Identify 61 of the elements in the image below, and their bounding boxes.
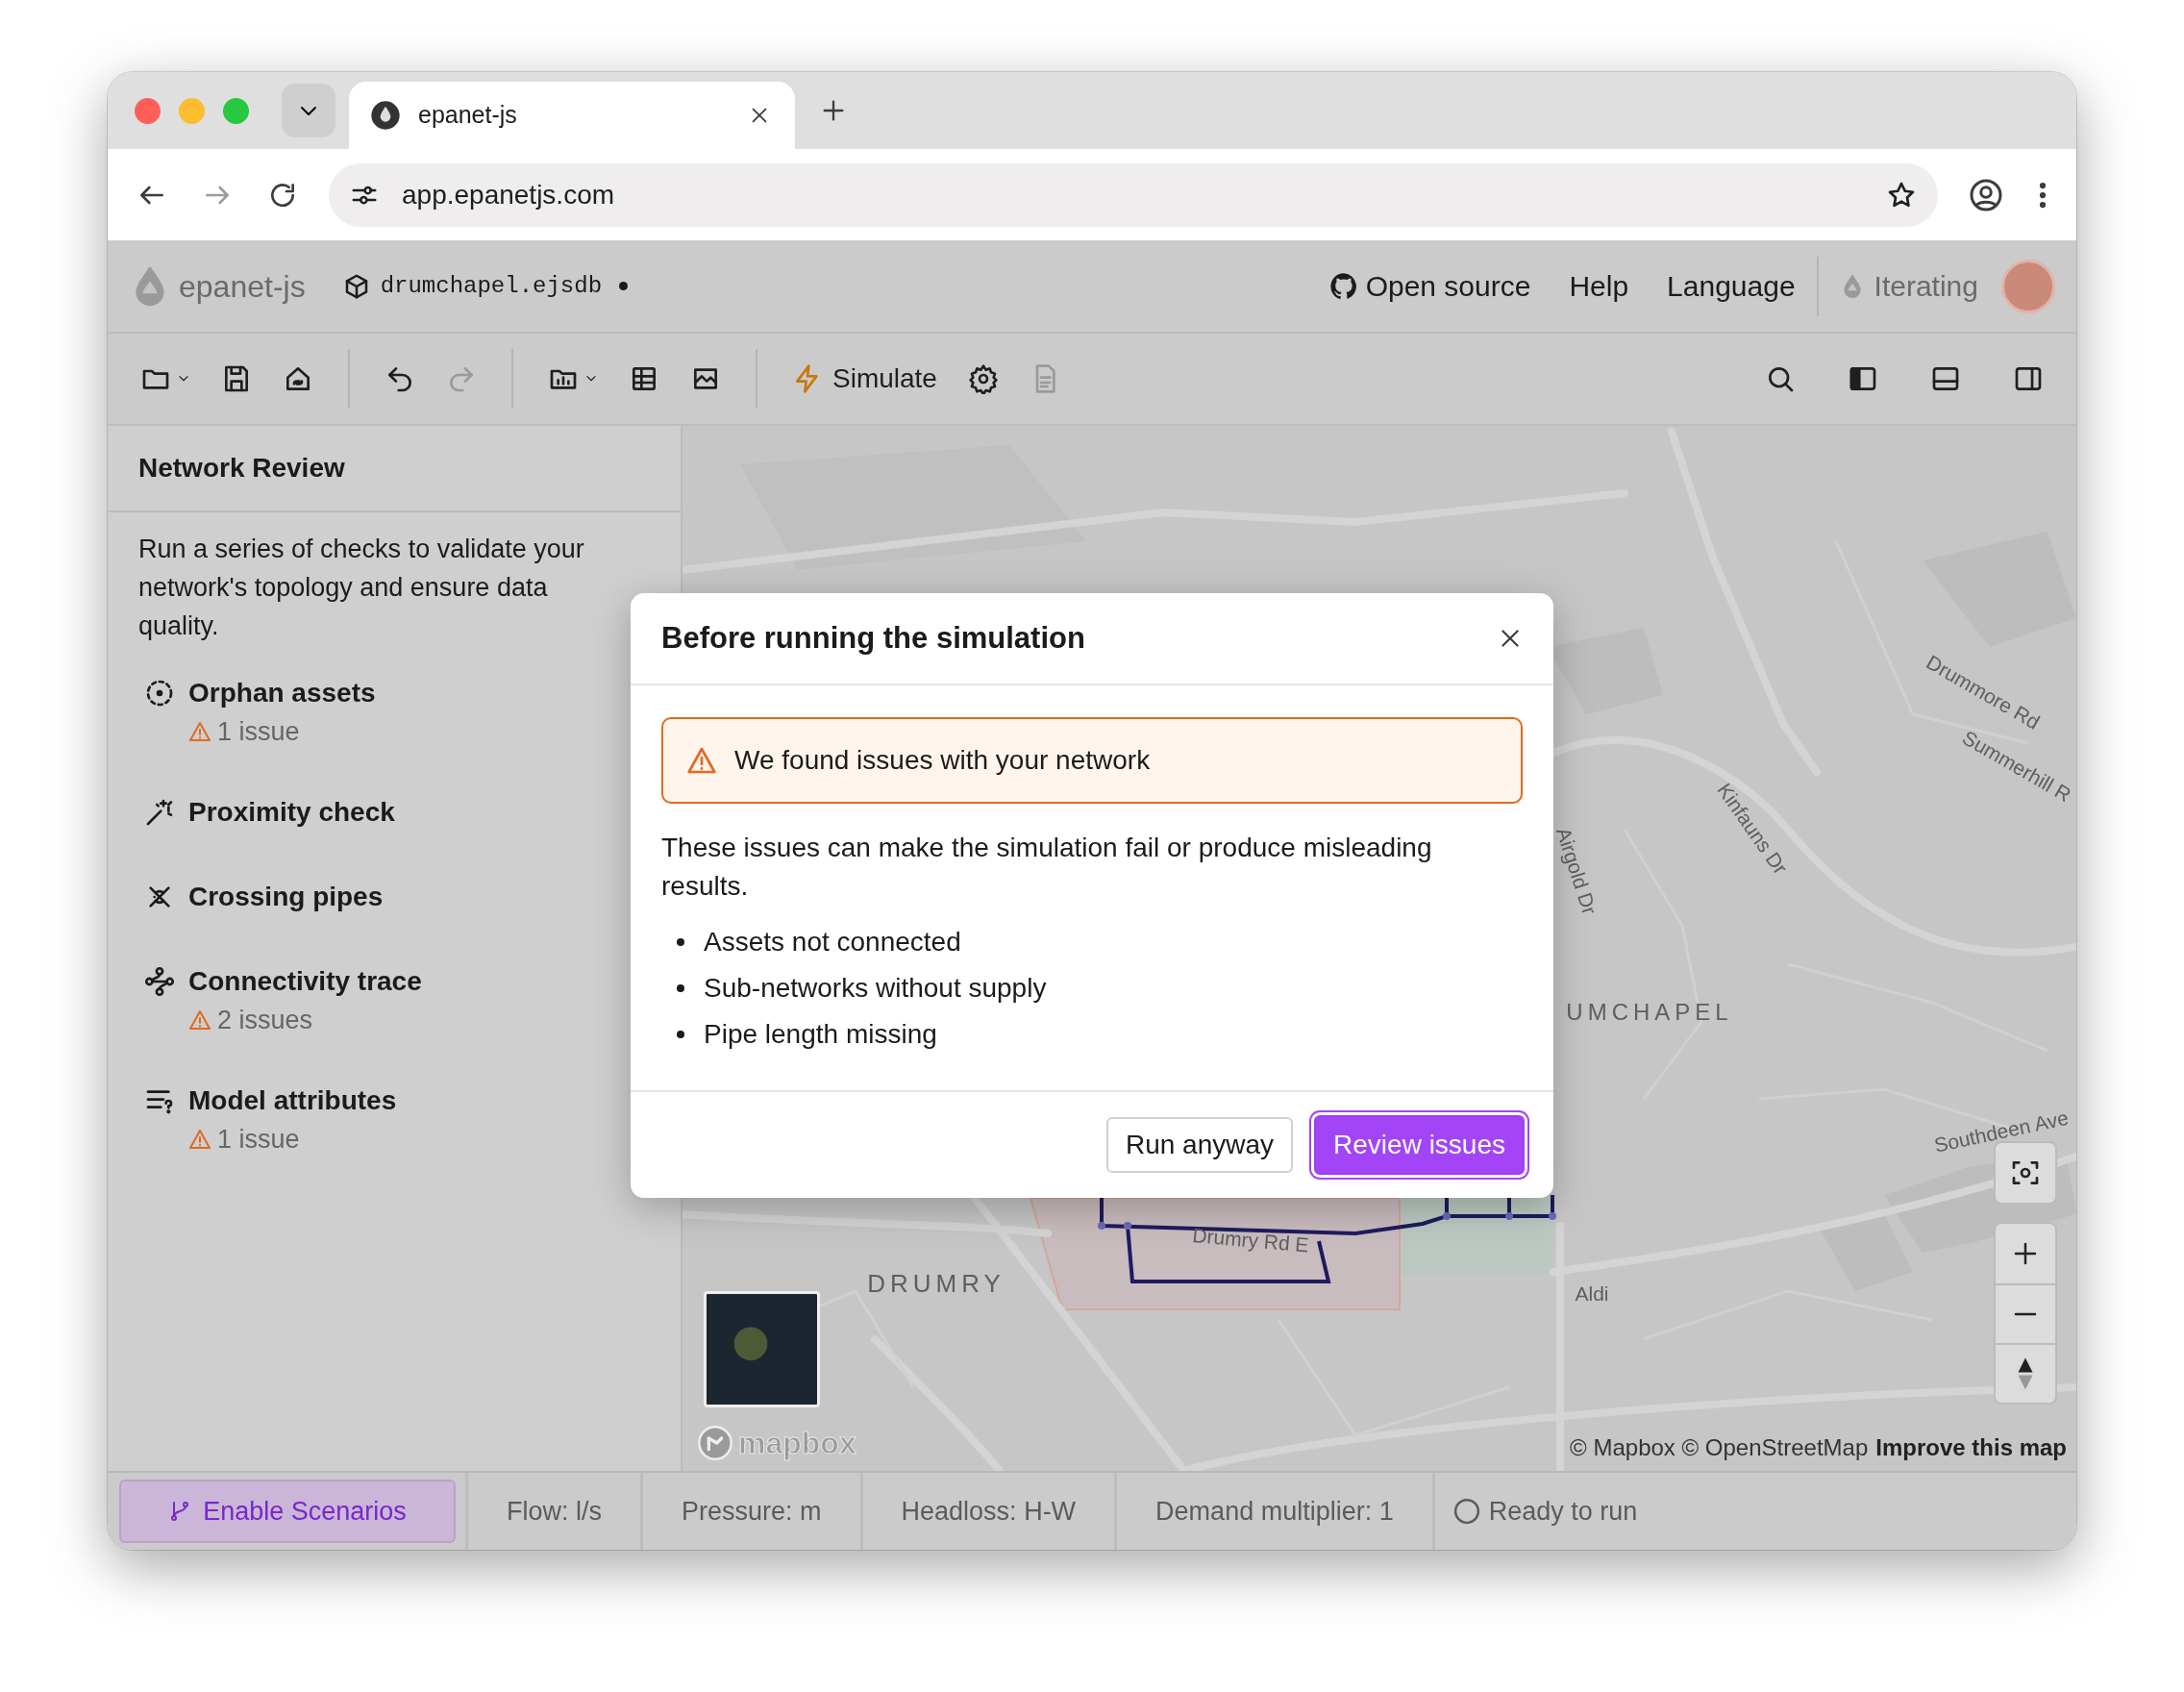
more-vertical-icon xyxy=(2038,180,2048,210)
map-label: DRUMRY xyxy=(867,1267,1005,1300)
alert-text: We found issues with your network xyxy=(734,744,1151,777)
url-text: app.epanetjs.com xyxy=(402,178,616,212)
map-label: Drumry Rd E xyxy=(1191,1223,1310,1258)
panel-description: Run a series of checks to validate your network's topology and ensure data quality. xyxy=(138,534,585,642)
status-circle-icon xyxy=(1452,1497,1481,1526)
map-label: Aldi xyxy=(1575,1281,1609,1307)
magic-wand-icon xyxy=(144,797,175,828)
github-icon xyxy=(1328,271,1358,301)
mapbox-logo-icon xyxy=(696,1424,734,1462)
issue-item: Pipe length missing xyxy=(704,1018,937,1051)
dialog-title: Before running the simulation xyxy=(661,620,1085,657)
header-link[interactable]: Open source xyxy=(1328,264,1531,308)
satellite-style-button[interactable] xyxy=(704,1291,820,1407)
warning-icon xyxy=(686,745,717,776)
check-title[interactable]: Model attributes xyxy=(188,1082,397,1120)
status-item: Flow: l/s xyxy=(507,1495,602,1528)
panel-title: Network Review xyxy=(138,452,345,485)
status-item: Headloss: H-W xyxy=(901,1495,1077,1528)
warning-icon xyxy=(188,1008,211,1032)
water-drop-icon xyxy=(370,100,401,131)
map-label: Airgold Dr xyxy=(1551,823,1602,919)
run-anyway-button[interactable]: Run anyway xyxy=(1105,1117,1294,1173)
app-brand: epanet-js xyxy=(179,267,306,306)
issue-item: Assets not connected xyxy=(704,926,961,958)
profile-icon xyxy=(1969,177,2003,212)
check-title[interactable]: Crossing pipes xyxy=(188,878,384,916)
simulate-button[interactable]: Simulate xyxy=(777,351,953,407)
map-attribution: © Mapbox © OpenStreetMap xyxy=(1570,1433,1869,1462)
enable-scenarios-button[interactable]: Enable Scenarios xyxy=(119,1480,456,1543)
check-title[interactable]: Orphan assets xyxy=(188,674,376,712)
file-name: drumchapel.ejsdb xyxy=(380,271,603,301)
connected-nodes-icon xyxy=(144,966,175,997)
warning-icon xyxy=(188,1128,211,1151)
run-status: Ready to run xyxy=(1488,1495,1638,1528)
map-label: UMCHAPEL xyxy=(1566,998,1733,1027)
check-title[interactable]: Connectivity trace xyxy=(188,962,422,1001)
status-item: Pressure: m xyxy=(682,1495,822,1528)
dialog-message: These issues can make the simulation fail or produce misleading results. xyxy=(661,832,1433,903)
bullet-icon xyxy=(677,938,684,946)
warning-icon xyxy=(188,720,211,743)
map-label: Southdeen Ave xyxy=(1931,1105,2072,1158)
bullet-icon xyxy=(677,1031,684,1038)
issue-item: Sub-networks without supply xyxy=(704,972,1047,1005)
issue-count: 2 issues xyxy=(217,1005,313,1036)
status-item: Demand multiplier: 1 xyxy=(1155,1495,1394,1528)
issue-count: 1 issue xyxy=(217,716,300,748)
issue-count: 1 issue xyxy=(217,1124,300,1156)
address-bar[interactable]: app.epanetjs.com xyxy=(329,162,1938,227)
plan-label: Iterating xyxy=(1874,269,1978,304)
header-link[interactable]: Language xyxy=(1667,264,1796,308)
compass-icon xyxy=(2016,1356,2035,1391)
bullet-icon xyxy=(677,984,684,992)
header-link[interactable]: Help xyxy=(1569,264,1629,308)
dashed-circle-icon xyxy=(144,678,175,709)
settings-icon xyxy=(967,363,999,394)
browser-tab[interactable]: epanet-js xyxy=(349,82,795,149)
tab-title: epanet-js xyxy=(418,100,518,131)
improve-map-link[interactable]: Improve this map xyxy=(1875,1431,2067,1465)
check-title[interactable]: Proximity check xyxy=(188,793,395,832)
